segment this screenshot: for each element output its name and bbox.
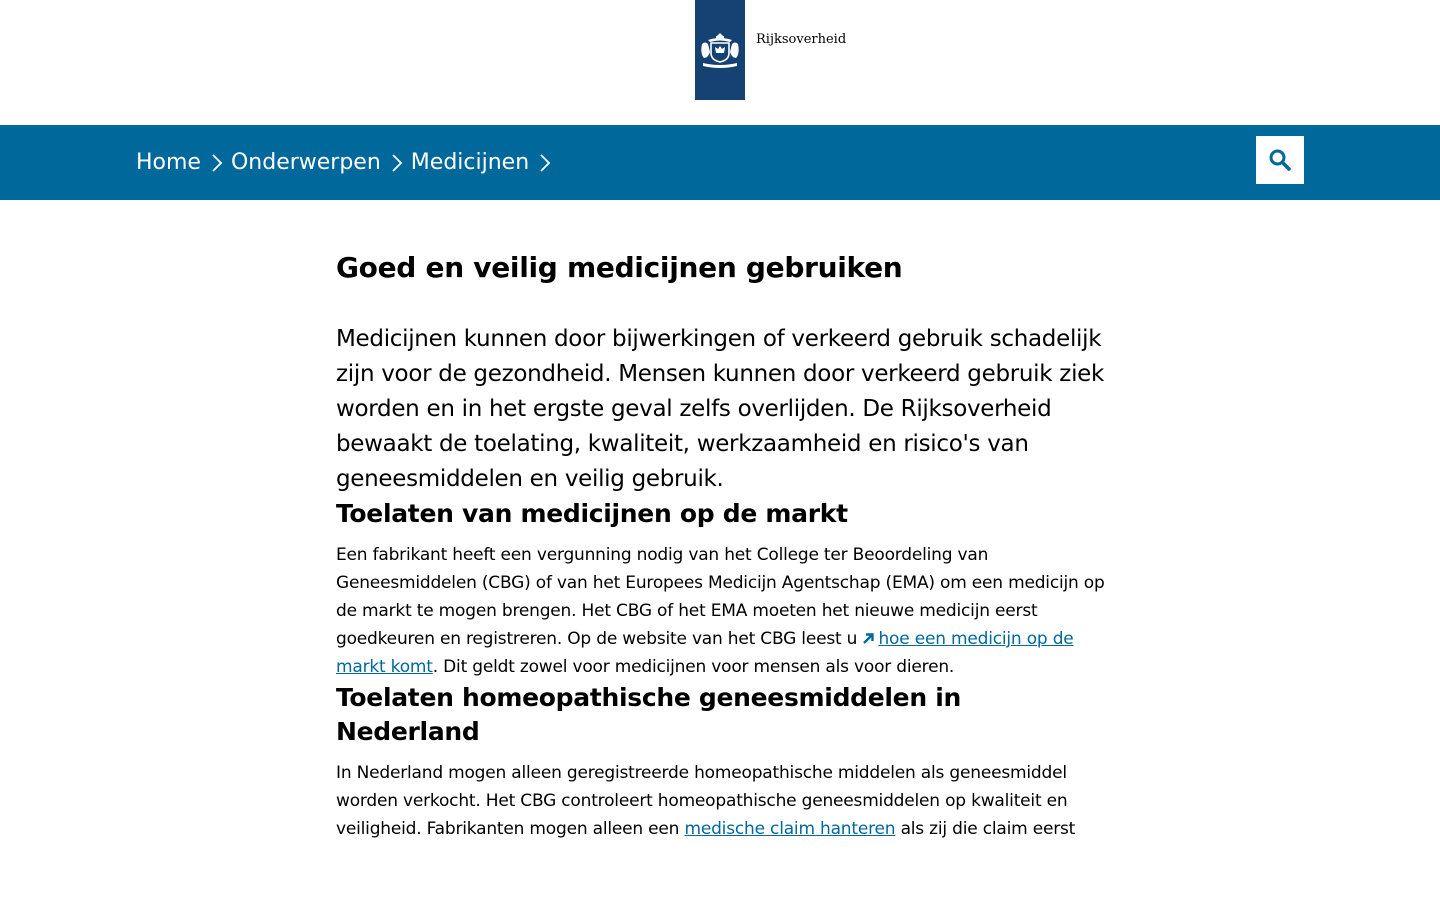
breadcrumb-item-home[interactable]: Home [136,150,231,175]
search-button[interactable] [1256,136,1304,184]
section-text-part: als zij die claim eerst [895,819,1076,839]
chevron-right-icon [539,152,551,174]
breadcrumb-link-onderwerpen[interactable]: Onderwerpen [231,150,381,175]
breadcrumb-link-medicijnen[interactable]: Medicijnen [411,150,529,175]
navigation-bar: Home Onderwerpen Medicijnen [0,125,1440,200]
section-text-part: . Dit geldt zowel voor medicijnen voor m… [432,657,955,677]
search-icon [1269,149,1291,171]
site-header: Rijksoverheid [0,0,1440,125]
section-title-homeopathie: Toelaten homeopathische geneesmiddelen i… [336,683,962,746]
medische-claim-link[interactable]: medische claim hanteren [684,819,895,839]
logo-text: Rijksoverheid [756,32,847,47]
external-link-icon [863,633,875,644]
breadcrumb-link-home[interactable]: Home [136,150,201,175]
coat-of-arms-icon [701,33,739,68]
breadcrumb-item-onderwerpen[interactable]: Onderwerpen [231,150,411,175]
chevron-right-icon [211,152,223,174]
breadcrumb: Home Onderwerpen Medicijnen [136,125,559,200]
intro-text: Medicijnen kunnen door bijwerkingen of v… [336,326,1105,492]
section-title-toelaten: Toelaten van medicijnen op de markt [336,499,848,528]
chevron-right-icon [391,152,403,174]
page-title: Goed en veilig medicijnen gebruiken [336,251,903,284]
logo-band [695,0,745,100]
main-content: Goed en veilig medicijnen gebruiken Medi… [336,200,1106,843]
breadcrumb-item-medicijnen[interactable]: Medicijnen [411,150,559,175]
rijksoverheid-logo-link[interactable]: Rijksoverheid [695,0,846,100]
section-text-homeopathie: In Nederland mogen alleen geregistreerde… [336,759,1106,843]
section-text-toelaten: Een fabrikant heeft een vergunning nodig… [336,541,1106,681]
